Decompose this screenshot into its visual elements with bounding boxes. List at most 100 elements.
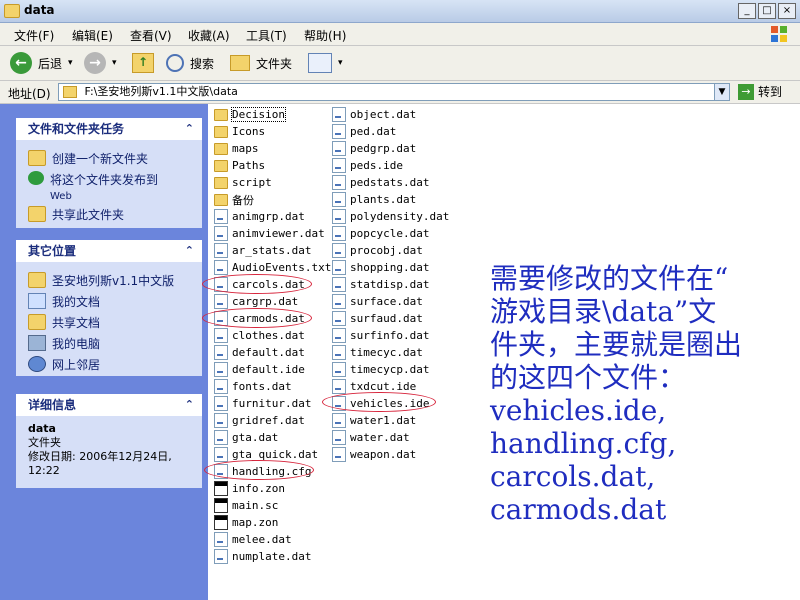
task-publish-web[interactable]: 将这个文件夹发布到 Web — [28, 171, 192, 202]
file-tasks-panel: 文件和文件夹任务 ⌃ 创建一个新文件夹 将这个文件夹发布到 Web 共享此文件夹 — [16, 118, 202, 228]
file-name: polydensity.dat — [350, 210, 450, 223]
file-item[interactable]: 备份 — [214, 191, 331, 208]
file-item[interactable]: gta.dat — [214, 429, 331, 446]
address-input[interactable]: F:\圣安地列斯v1.1中文版\data ▼ — [58, 83, 730, 101]
file-item[interactable]: clothes.dat — [214, 327, 331, 344]
folder-icon — [28, 314, 46, 330]
place-parent-folder[interactable]: 圣安地列斯v1.1中文版 — [28, 272, 192, 289]
file-item[interactable]: object.dat — [332, 106, 449, 123]
file-icon — [332, 294, 346, 309]
file-item[interactable]: map.zon — [214, 514, 331, 531]
file-icon — [214, 396, 228, 411]
file-item[interactable]: default.ide — [214, 361, 331, 378]
file-item[interactable]: default.dat — [214, 344, 331, 361]
search-button[interactable]: 搜索 — [166, 51, 214, 75]
file-item[interactable]: surfaud.dat — [332, 310, 449, 327]
file-item[interactable]: animgrp.dat — [214, 208, 331, 225]
place-my-documents[interactable]: 我的文档 — [28, 293, 192, 310]
annotation-line: 件夹，主要就是圈出 — [490, 328, 743, 361]
file-item[interactable]: surfinfo.dat — [332, 327, 449, 344]
file-item[interactable]: Icons — [214, 123, 331, 140]
file-item[interactable]: Paths — [214, 157, 331, 174]
file-item[interactable]: Decision — [214, 106, 331, 123]
file-item[interactable]: main.sc — [214, 497, 331, 514]
details-modified: 修改日期: 2006年12月24日, — [28, 450, 172, 463]
file-item[interactable]: script — [214, 174, 331, 191]
up-folder-button[interactable]: ↑ — [132, 51, 154, 75]
address-path: F:\圣安地列斯v1.1中文版\data — [84, 85, 238, 98]
go-button[interactable]: → 转到 — [738, 83, 782, 100]
file-item[interactable]: peds.ide — [332, 157, 449, 174]
menu-tools[interactable]: 工具(T) — [246, 27, 287, 44]
file-item[interactable]: procobj.dat — [332, 242, 449, 259]
back-button[interactable]: ← 后退 ▾ — [10, 51, 73, 75]
details-header[interactable]: 详细信息 ⌃ — [16, 394, 202, 416]
file-name: popcycle.dat — [350, 227, 430, 240]
file-item[interactable]: popcycle.dat — [332, 225, 449, 242]
file-icon — [332, 175, 346, 190]
file-item[interactable]: fonts.dat — [214, 378, 331, 395]
minimize-button[interactable]: _ — [738, 3, 756, 19]
folders-button[interactable]: 文件夹 — [230, 51, 292, 75]
collapse-chevron-icon[interactable]: ⌃ — [185, 118, 194, 140]
file-name: timecycp.dat — [350, 363, 430, 376]
file-item[interactable]: maps — [214, 140, 331, 157]
title-bar: data _ □ × — [0, 0, 800, 23]
file-item[interactable]: ped.dat — [332, 123, 449, 140]
place-shared-documents[interactable]: 共享文档 — [28, 314, 192, 331]
file-item[interactable]: info.zon — [214, 480, 331, 497]
close-button[interactable]: × — [778, 3, 796, 19]
file-item[interactable]: animviewer.dat — [214, 225, 331, 242]
annotation-text: 需要修改的文件在“ 游戏目录\data”文 件夹，主要就是圈出 的这四个文件： … — [490, 262, 795, 526]
menu-favorites[interactable]: 收藏(A) — [188, 27, 230, 44]
file-icon — [214, 260, 228, 275]
file-item[interactable]: pedgrp.dat — [332, 140, 449, 157]
file-item[interactable]: surface.dat — [332, 293, 449, 310]
folder-icon — [4, 4, 20, 18]
file-tasks-title: 文件和文件夹任务 — [28, 122, 125, 136]
views-button[interactable]: ▾ — [308, 51, 343, 75]
file-item[interactable]: water.dat — [332, 429, 449, 446]
file-item[interactable]: weapon.dat — [332, 446, 449, 463]
place-network[interactable]: 网上邻居 — [28, 356, 192, 373]
task-share-folder[interactable]: 共享此文件夹 — [28, 206, 192, 223]
forward-button[interactable]: → ▾ — [84, 51, 117, 75]
file-icon — [332, 243, 346, 258]
file-icon — [214, 226, 228, 241]
menu-help[interactable]: 帮助(H) — [304, 27, 346, 44]
file-item[interactable]: timecycp.dat — [332, 361, 449, 378]
file-icon — [332, 158, 346, 173]
file-item[interactable]: furnitur.dat — [214, 395, 331, 412]
dropdown-arrow-icon: ▾ — [68, 58, 73, 68]
place-my-computer[interactable]: 我的电脑 — [28, 335, 192, 352]
file-item[interactable]: gridref.dat — [214, 412, 331, 429]
file-name: animviewer.dat — [232, 227, 325, 240]
menu-file[interactable]: 文件(F) — [14, 27, 54, 44]
address-bar: 地址(D) F:\圣安地列斯v1.1中文版\data ▼ → 转到 — [0, 81, 800, 104]
maximize-button[interactable]: □ — [758, 3, 776, 19]
file-item[interactable]: numplate.dat — [214, 548, 331, 565]
file-item[interactable]: ar_stats.dat — [214, 242, 331, 259]
collapse-chevron-icon[interactable]: ⌃ — [185, 240, 194, 262]
globe-icon — [28, 171, 44, 185]
file-item[interactable]: melee.dat — [214, 531, 331, 548]
search-label: 搜索 — [190, 56, 215, 71]
file-item[interactable]: polydensity.dat — [332, 208, 449, 225]
file-tasks-header[interactable]: 文件和文件夹任务 ⌃ — [16, 118, 202, 140]
other-places-header[interactable]: 其它位置 ⌃ — [16, 240, 202, 262]
file-item[interactable]: water1.dat — [332, 412, 449, 429]
file-item[interactable]: shopping.dat — [332, 259, 449, 276]
address-dropdown-icon[interactable]: ▼ — [714, 84, 729, 100]
file-item[interactable]: timecyc.dat — [332, 344, 449, 361]
file-item[interactable]: statdisp.dat — [332, 276, 449, 293]
task-new-folder[interactable]: 创建一个新文件夹 — [28, 150, 192, 167]
menu-edit[interactable]: 编辑(E) — [72, 27, 113, 44]
collapse-chevron-icon[interactable]: ⌃ — [185, 394, 194, 416]
folder-icon — [230, 55, 250, 71]
menu-view[interactable]: 查看(V) — [130, 27, 172, 44]
computer-icon — [28, 335, 46, 351]
annotation-line: carmods.dat — [490, 493, 667, 526]
file-item[interactable]: plants.dat — [332, 191, 449, 208]
file-icon — [214, 515, 228, 530]
file-item[interactable]: pedstats.dat — [332, 174, 449, 191]
